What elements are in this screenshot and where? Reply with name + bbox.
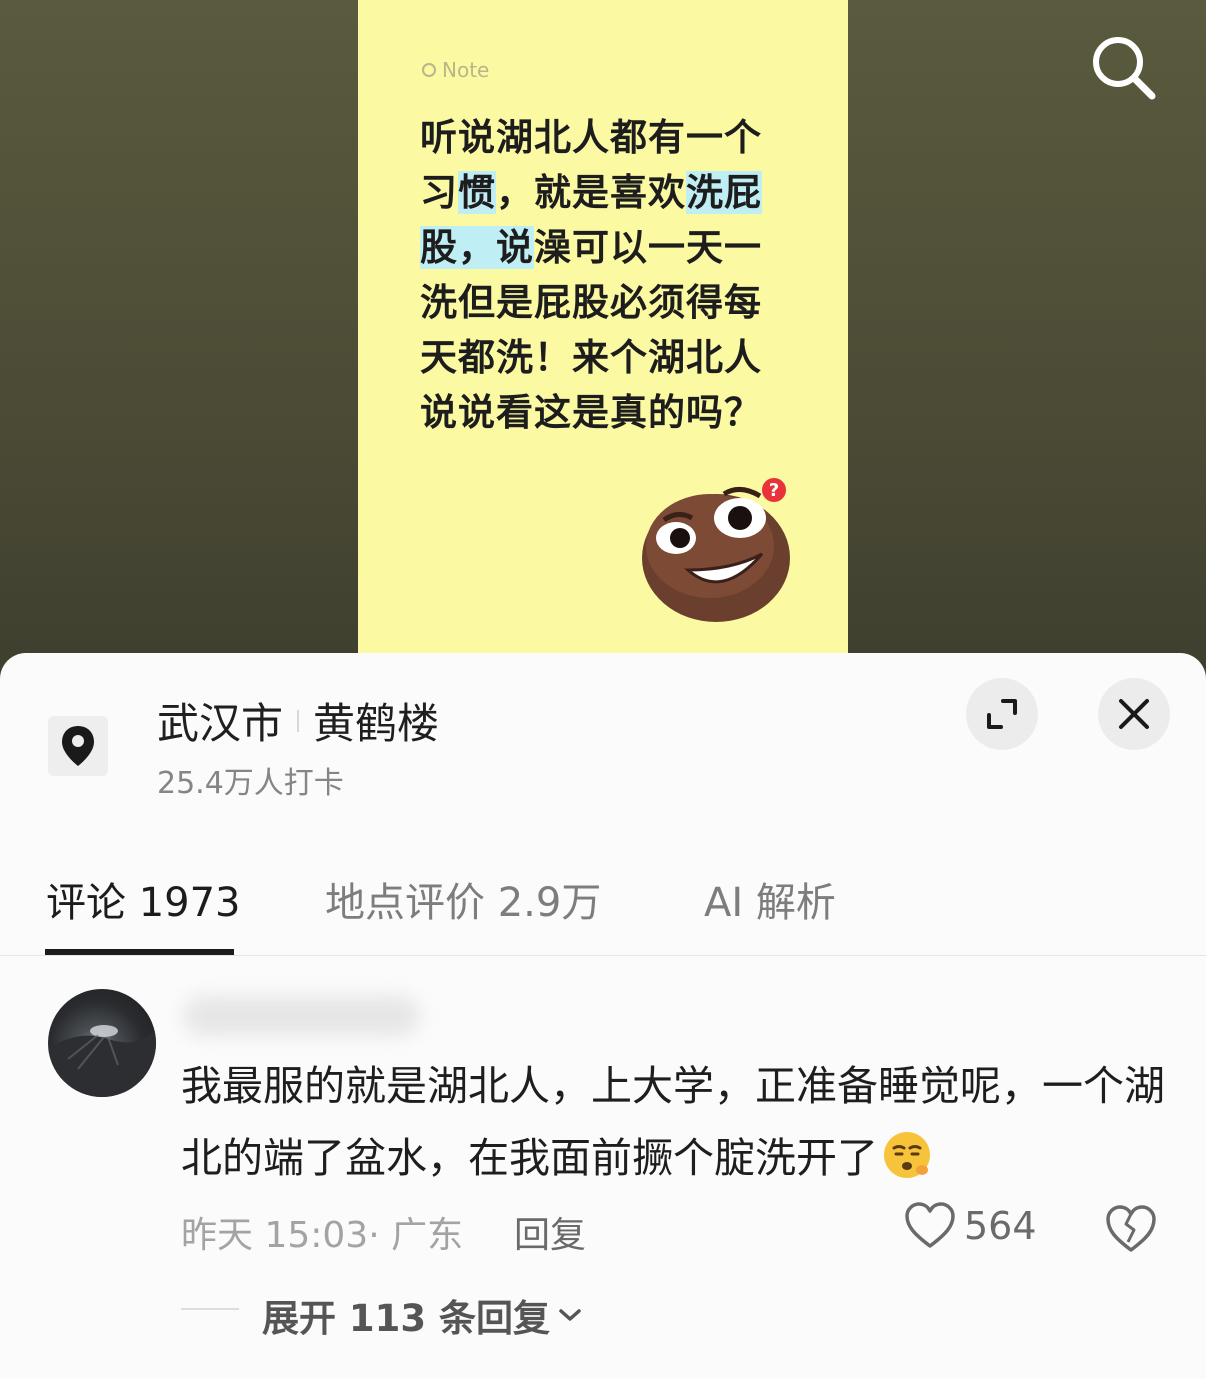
tab-place-reviews[interactable]: 地点评价 2.9万: [325, 870, 601, 928]
heart-icon: [905, 1202, 955, 1248]
active-tab-indicator: [45, 949, 234, 955]
location-city: 武汉市: [157, 699, 284, 748]
avatar[interactable]: [48, 989, 156, 1097]
note-text: 听说湖北人都有一个习惯，就是喜欢洗屁股，说澡可以一天一洗但是屁股必须得每天都洗！…: [420, 110, 790, 440]
comment-meta: 昨天 15:03· 广东: [181, 1215, 464, 1256]
note-tag: Note: [422, 58, 489, 82]
reply-button[interactable]: 回复: [514, 1206, 586, 1258]
tab-comments[interactable]: 评论 1973: [46, 870, 241, 928]
checkin-count: 25.4万人打卡: [157, 766, 344, 801]
svg-text:?: ?: [769, 480, 779, 501]
note-ring-icon: [422, 63, 436, 77]
expand-icon: [987, 699, 1017, 729]
like-count: 564: [964, 1204, 1037, 1248]
search-icon[interactable]: [1088, 32, 1160, 104]
avatar-image: [48, 1025, 156, 1097]
replies-divider: [181, 1308, 239, 1310]
expand-button[interactable]: [966, 678, 1038, 750]
close-icon: [1119, 699, 1149, 729]
location-pin-icon: [62, 726, 94, 766]
title-separator: [297, 709, 300, 732]
broken-heart-icon[interactable]: [1104, 1202, 1158, 1256]
close-button[interactable]: [1098, 678, 1170, 750]
expand-replies-label: 展开 113 条回复: [262, 1297, 550, 1340]
location-title[interactable]: 武汉市 黄鹤楼: [157, 690, 439, 751]
note-text-highlight: 惯: [458, 171, 496, 214]
note-tag-label: Note: [442, 58, 490, 82]
expand-replies-button[interactable]: 展开 113 条回复: [262, 1288, 582, 1342]
tab-ai-analysis[interactable]: AI 解析: [704, 870, 836, 928]
chevron-down-icon: [559, 1309, 581, 1321]
location-place: 黄鹤楼: [313, 699, 440, 748]
location-icon-box: [48, 716, 108, 776]
like-button[interactable]: 564: [904, 1202, 1037, 1250]
comment-text: 我最服的就是湖北人，上大学，正准备睡觉呢，一个湖北的端了盆水，在我面前撅个腚洗开…: [181, 1050, 1171, 1194]
comment-body: 我最服的就是湖北人，上大学，正准备睡觉呢，一个湖北的端了盆水，在我面前撅个腚洗开…: [181, 1062, 1165, 1182]
note-text-part: ，就是喜欢: [496, 171, 686, 214]
smirk-face-icon: [884, 1132, 930, 1178]
confused-face-icon: ?: [642, 478, 790, 622]
username-blurred: [184, 996, 420, 1036]
tab-bar: 评论 1973 地点评价 2.9万 AI 解析: [0, 860, 1206, 956]
